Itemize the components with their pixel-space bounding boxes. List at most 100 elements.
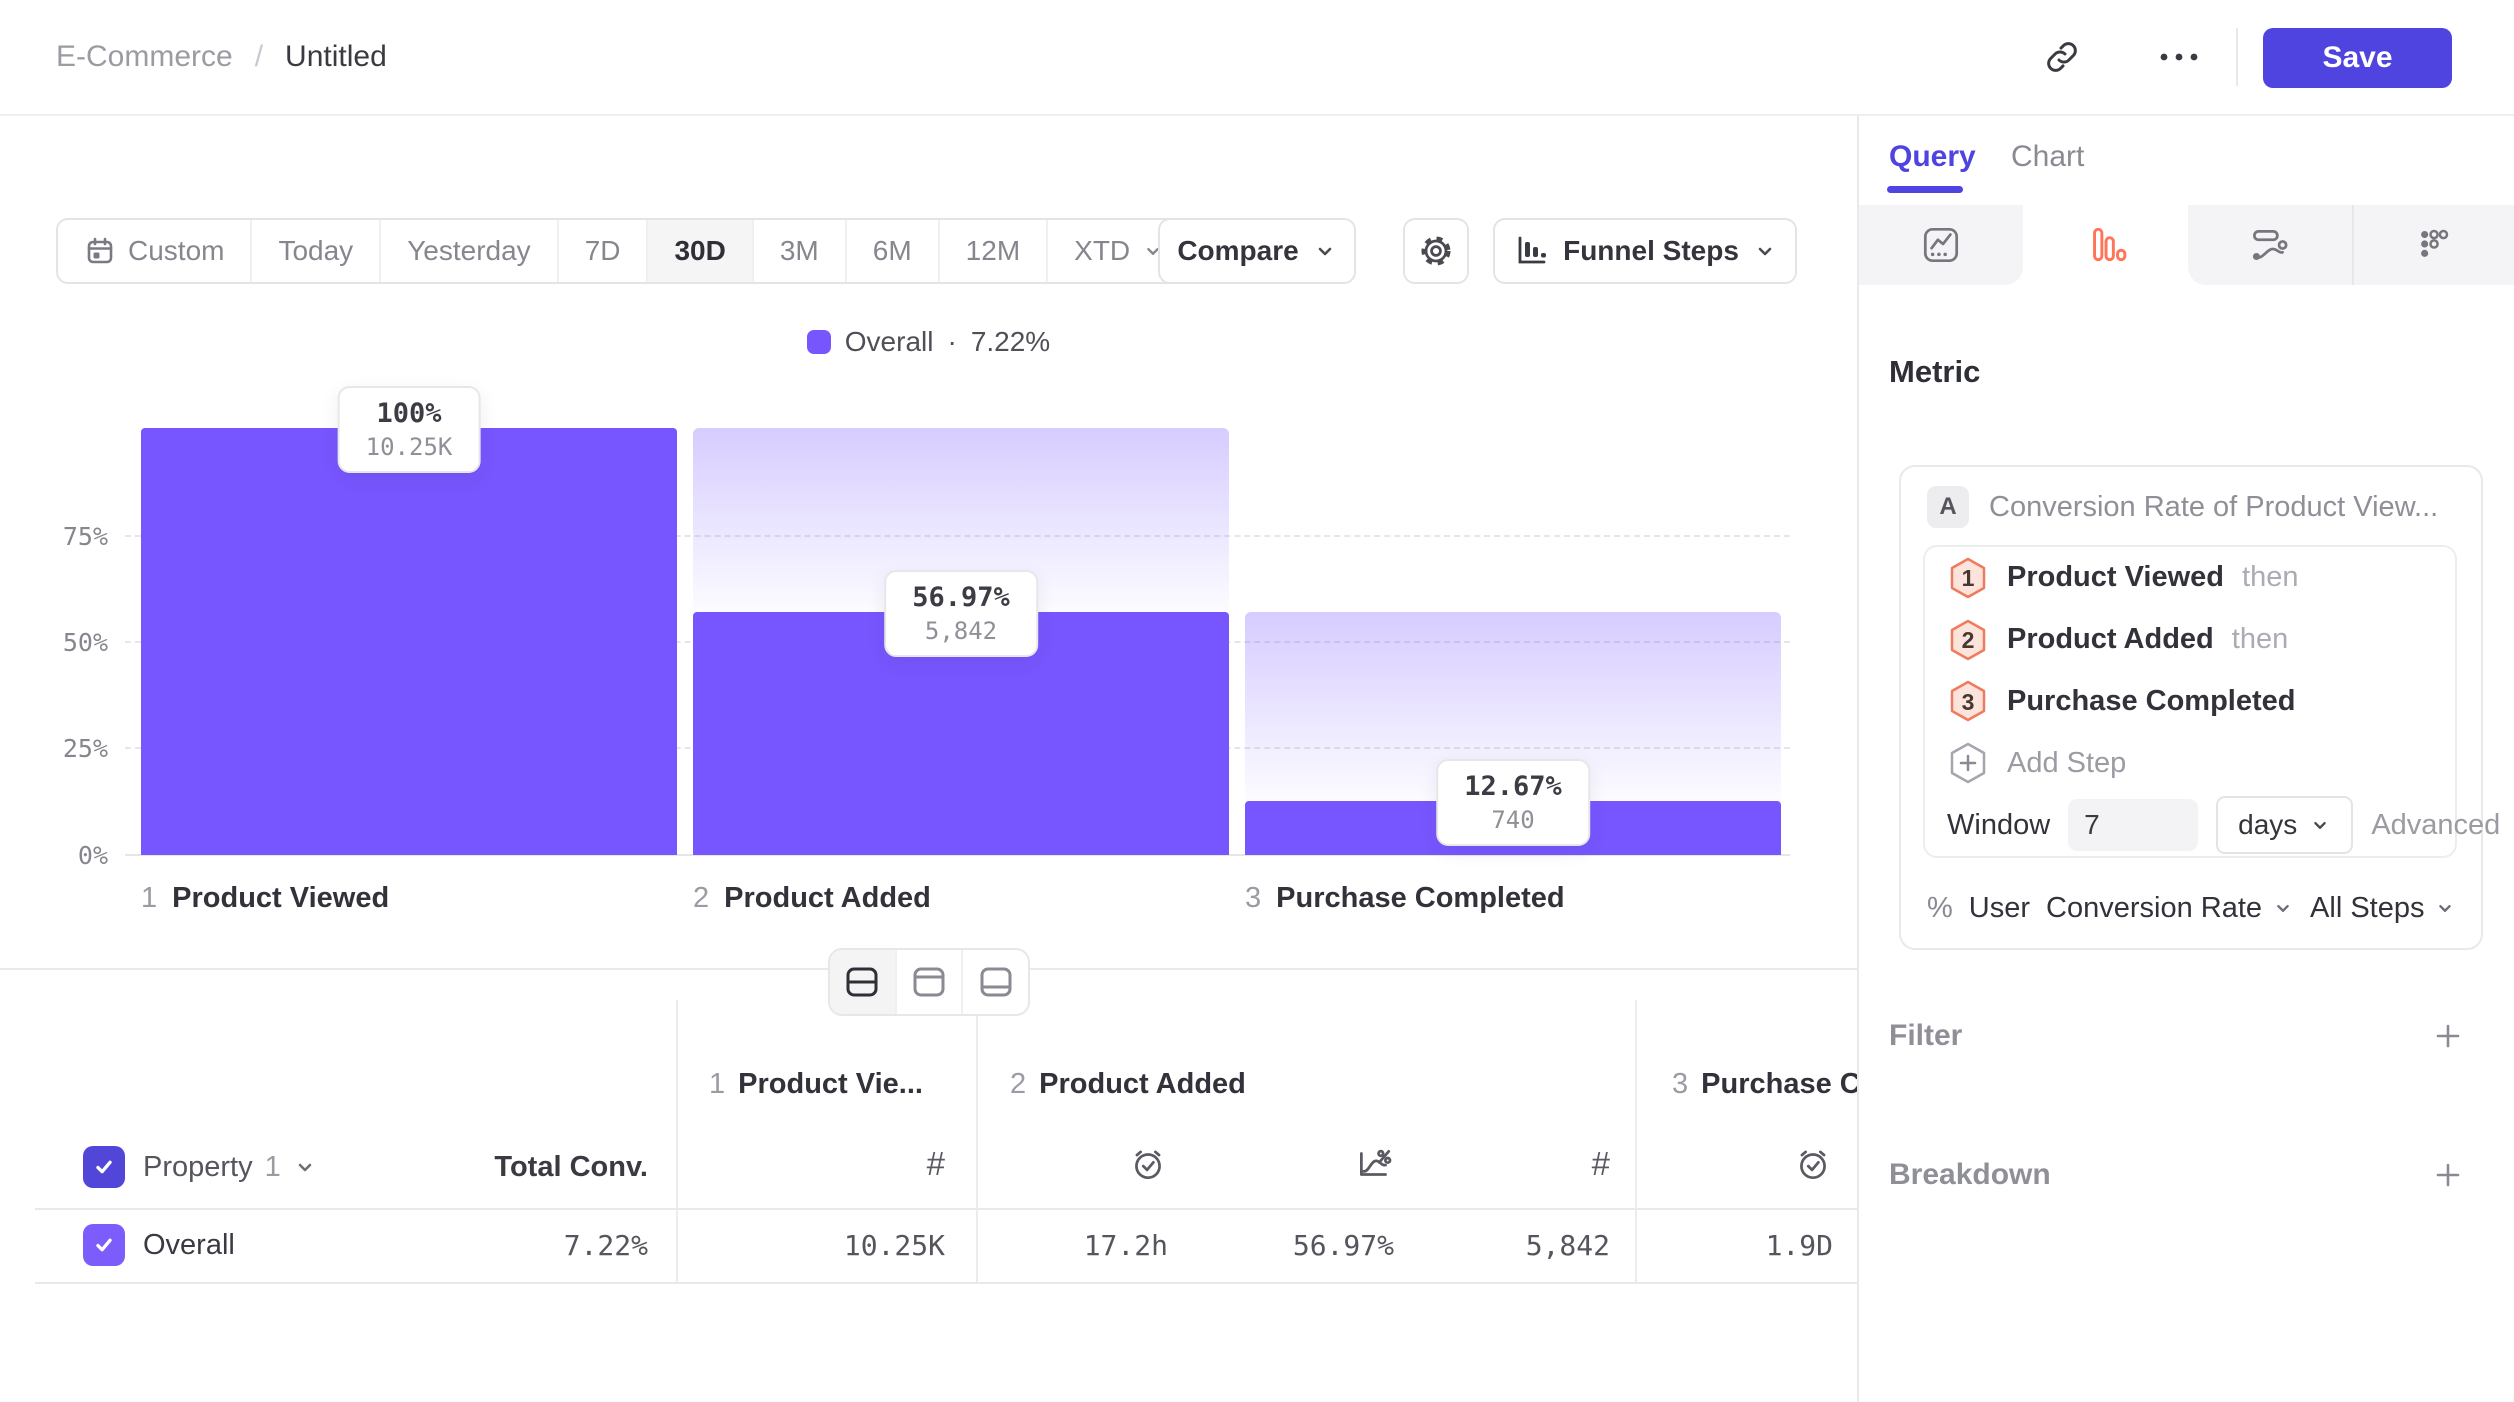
alarm-check-icon — [1128, 1144, 1168, 1184]
funnel-bar-step-1[interactable] — [141, 428, 677, 855]
table-group-header-1[interactable]: 1 Product Vie... — [709, 1062, 923, 1106]
range-label: Yesterday — [407, 235, 531, 267]
tab-chart[interactable]: Chart — [2011, 140, 2084, 174]
breadcrumb-project[interactable]: E-Commerce — [56, 40, 233, 74]
filter-label: Filter — [1889, 1019, 1962, 1053]
toggle-chart-only[interactable] — [897, 950, 964, 1014]
copy-link-button[interactable] — [2027, 0, 2097, 114]
tab-insights[interactable] — [1881, 205, 2001, 285]
chart-percent-icon — [1354, 1144, 1394, 1184]
window-unit-dropdown[interactable]: days — [2216, 796, 2353, 854]
legend-swatch[interactable] — [807, 330, 831, 354]
range-today[interactable]: Today — [252, 220, 381, 282]
gear-icon — [1417, 232, 1455, 270]
advanced-dropdown[interactable]: Advanced — [2371, 809, 2514, 842]
chevron-down-icon — [293, 1155, 317, 1179]
funnel-step-row-2[interactable]: 2 Product Added then — [1947, 609, 2433, 671]
add-breakdown-button[interactable] — [2426, 1153, 2470, 1197]
more-options-button[interactable] — [2144, 0, 2214, 114]
measure-dropdown[interactable]: Conversion Rate — [2046, 892, 2294, 925]
conversion-rate-column-icon[interactable] — [1314, 1138, 1394, 1190]
metric-card: A Conversion Rate of Product View... 1 P… — [1899, 465, 2483, 950]
report-type-tabs — [1859, 205, 2514, 285]
funnel-step-row-3[interactable]: 3 Purchase Completed — [1947, 671, 2433, 733]
add-filter-button[interactable] — [2426, 1014, 2470, 1058]
hash-icon: # — [927, 1145, 945, 1183]
y-tick-50: 50% — [20, 628, 108, 657]
tab-retention[interactable] — [2373, 205, 2493, 285]
range-custom[interactable]: Custom — [58, 220, 252, 282]
metric-title-row[interactable]: A Conversion Rate of Product View... — [1927, 484, 2438, 530]
hexagon-plus-icon — [1947, 741, 1989, 785]
window-unit-label: days — [2238, 809, 2297, 841]
filter-section: Filter — [1859, 1011, 2514, 1061]
row-label: Overall — [143, 1220, 235, 1270]
time-to-convert-column-icon[interactable] — [1753, 1138, 1833, 1190]
range-30d-selected[interactable]: 30D — [648, 220, 753, 282]
x-step-number: 2 — [693, 882, 709, 915]
legend-value: 7.22% — [971, 326, 1050, 358]
save-button[interactable]: Save — [2263, 28, 2452, 88]
top-header: E-Commerce / Untitled Save — [0, 0, 2514, 116]
table-group-header-2[interactable]: 2 Product Added — [1010, 1062, 1246, 1106]
chevron-down-icon — [2272, 897, 2294, 919]
tab-flows[interactable] — [2209, 205, 2329, 285]
legend-series[interactable]: Overall — [845, 326, 934, 358]
group-name: Product Vie... — [738, 1068, 923, 1101]
cell-step3-time: 1.9D — [1633, 1220, 1833, 1270]
x-step-name: Product Added — [724, 882, 931, 915]
tooltip-percent: 56.97% — [912, 582, 1010, 613]
breadcrumb: E-Commerce / Untitled — [56, 0, 387, 114]
compare-button[interactable]: Compare — [1158, 218, 1356, 284]
column-separator — [676, 1000, 678, 1283]
range-3m[interactable]: 3M — [754, 220, 847, 282]
window-value-input[interactable] — [2068, 799, 2198, 851]
flows-icon — [2246, 222, 2292, 268]
strip-separator — [2352, 205, 2354, 285]
table-group-header-3[interactable]: 3 Purchase C — [1672, 1062, 1857, 1106]
time-to-convert-column-icon[interactable] — [1088, 1138, 1168, 1190]
property-dropdown[interactable]: Property 1 — [143, 1146, 317, 1188]
count-column-icon[interactable]: # — [1530, 1138, 1610, 1190]
x-step-number: 3 — [1245, 882, 1261, 915]
calendar-icon — [84, 235, 116, 267]
range-12m[interactable]: 12M — [940, 220, 1048, 282]
chart-legend: Overall · 7.22% — [0, 326, 1857, 358]
funnel-step-row-1[interactable]: 1 Product Viewed then — [1947, 547, 2433, 609]
range-6m[interactable]: 6M — [847, 220, 940, 282]
toggle-split-view[interactable] — [830, 950, 897, 1014]
tooltip-count: 5,842 — [912, 617, 1010, 645]
total-conv-column-header[interactable]: Total Conv. — [400, 1146, 648, 1188]
cell-step2-count: 5,842 — [1410, 1220, 1610, 1270]
conversion-window-row: Window days Advanced — [1947, 794, 2433, 856]
toggle-table-only[interactable] — [963, 950, 1028, 1014]
ellipsis-icon — [2157, 50, 2201, 64]
retention-icon — [2410, 222, 2456, 268]
chevron-down-icon — [2510, 814, 2514, 836]
chart-type-dropdown[interactable]: Funnel Steps — [1493, 218, 1797, 284]
table-bottom-divider — [35, 1282, 1857, 1284]
count-column-icon[interactable]: # — [865, 1138, 945, 1190]
property-number: 1 — [265, 1151, 281, 1184]
range-7d[interactable]: 7D — [559, 220, 649, 282]
tab-funnels-active[interactable] — [2045, 205, 2165, 285]
scope-dropdown[interactable]: All Steps — [2310, 892, 2456, 925]
range-yesterday[interactable]: Yesterday — [381, 220, 559, 282]
chart-settings-button[interactable] — [1403, 218, 1469, 284]
window-label: Window — [1947, 809, 2050, 842]
add-step-row[interactable]: Add Step — [1947, 732, 2433, 794]
view-layout-toggle — [828, 948, 1030, 1016]
range-label: 12M — [966, 235, 1020, 267]
counting-method-dropdown[interactable]: User — [1969, 892, 2030, 925]
step-number: 1 — [1947, 557, 1989, 601]
funnel-bar-converted — [141, 428, 677, 855]
tooltip-percent: 100% — [366, 398, 453, 429]
step-event-name: Product Added — [2007, 623, 2214, 656]
select-all-checkbox[interactable] — [83, 1146, 125, 1188]
breadcrumb-report-title[interactable]: Untitled — [285, 40, 387, 74]
funnel-steps-card: 1 Product Viewed then 2 Product Added th… — [1923, 545, 2457, 858]
top-panel-icon — [911, 966, 947, 998]
tab-query[interactable]: Query — [1889, 140, 1976, 174]
row-checkbox[interactable] — [83, 1224, 125, 1266]
date-range-picker: Custom Today Yesterday 7D 30D 3M 6M 12M … — [56, 218, 1192, 284]
